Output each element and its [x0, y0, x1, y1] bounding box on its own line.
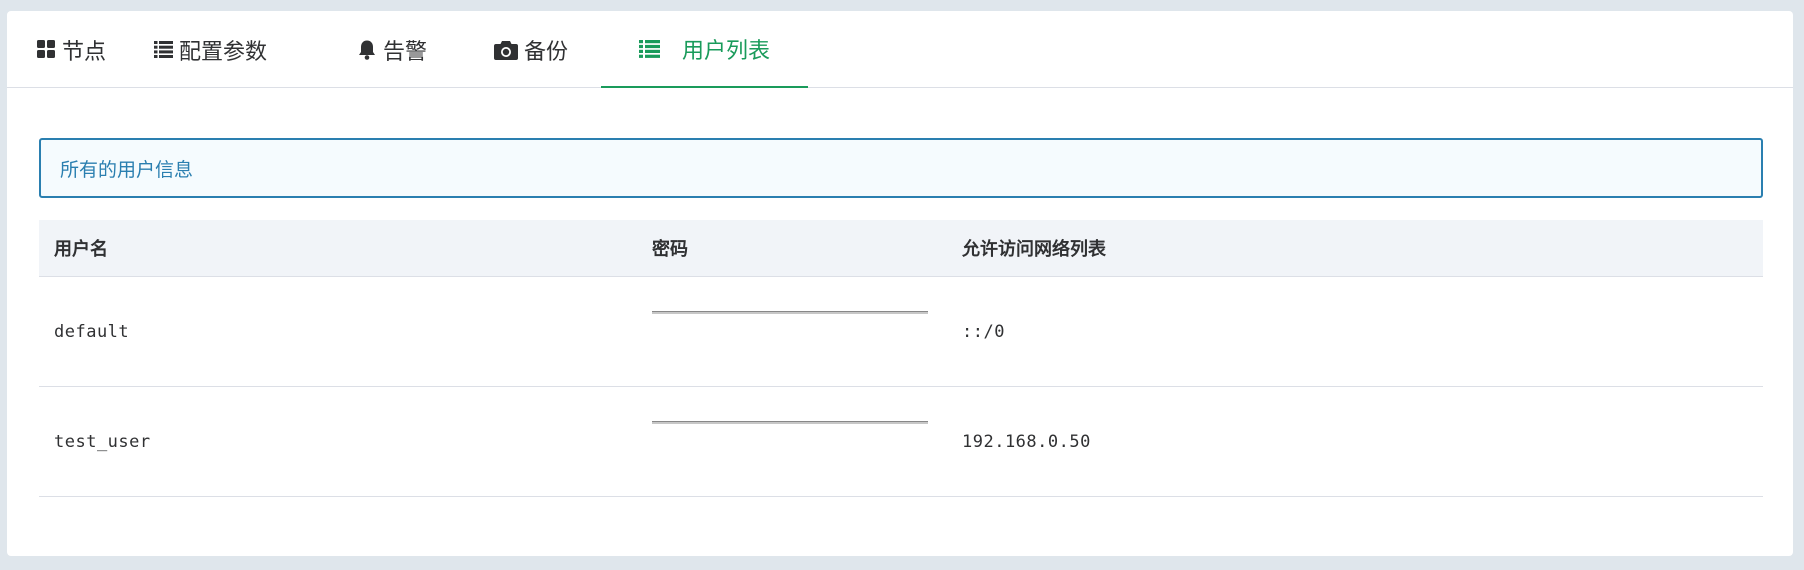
tab-backup[interactable]: 备份 [494, 11, 568, 88]
grid-icon [37, 40, 56, 59]
tab-label: 配置参数 [179, 39, 268, 65]
header-username: 用户名 [54, 239, 108, 260]
info-banner: 所有的用户信息 [39, 138, 1763, 198]
cell-username: default [54, 321, 130, 342]
header-password: 密码 [652, 239, 688, 260]
main-panel: 节点 配置参数 告警 备份 用户列表 所有的用户信息 用户名 密码 允许访问网络… [7, 11, 1793, 556]
tab-label: 备份 [524, 39, 569, 65]
cell-username: test_user [54, 431, 151, 452]
tab-bar: 节点 配置参数 告警 备份 用户列表 [7, 11, 1793, 88]
tab-config-params[interactable]: 配置参数 [154, 11, 267, 88]
user-table: 用户名 密码 允许访问网络列表 default ::/0 test_user 1… [39, 220, 1763, 497]
password-field[interactable] [652, 421, 928, 424]
tab-label: 节点 [62, 39, 107, 65]
header-network-list: 允许访问网络列表 [962, 239, 1106, 260]
list-icon [639, 39, 660, 58]
table-row: default ::/0 [39, 277, 1763, 387]
camera-icon [494, 40, 518, 60]
tab-alarms[interactable]: 告警 [357, 11, 427, 88]
cell-network: 192.168.0.50 [962, 431, 1091, 452]
tab-user-list[interactable]: 用户列表 [601, 11, 808, 88]
tab-content: 所有的用户信息 用户名 密码 允许访问网络列表 default ::/0 tes… [39, 138, 1763, 497]
cell-network: ::/0 [962, 321, 1005, 342]
info-text: 所有的用户信息 [60, 158, 194, 181]
bell-icon [357, 39, 377, 61]
list-icon [154, 41, 173, 58]
table-row: test_user 192.168.0.50 [39, 387, 1763, 497]
password-field[interactable] [652, 311, 928, 314]
tab-label: 用户列表 [682, 38, 771, 64]
tab-label: 告警 [383, 39, 428, 65]
tab-nodes[interactable]: 节点 [37, 11, 106, 88]
table-header: 用户名 密码 允许访问网络列表 [39, 220, 1763, 277]
